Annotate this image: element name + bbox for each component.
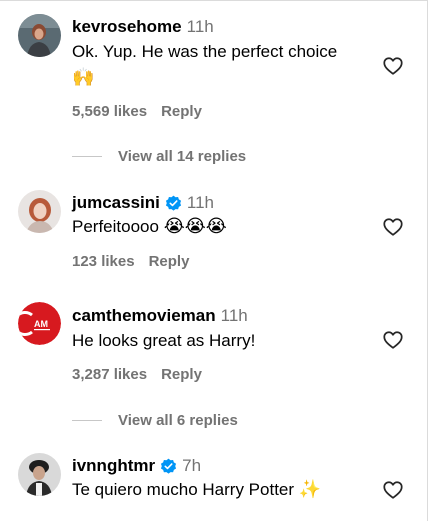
username[interactable]: camthemovieman — [72, 306, 216, 326]
reply-button[interactable]: Reply — [161, 366, 202, 383]
username[interactable]: kevrosehome — [72, 17, 182, 37]
verified-badge-icon — [165, 195, 182, 212]
avatar[interactable] — [18, 14, 61, 57]
avatar-logo-text: AM — [34, 319, 48, 329]
comment-text: He looks great as Harry! — [72, 329, 255, 353]
comment-header: camthemovieman 11h — [72, 305, 248, 327]
avatar[interactable]: AM — [18, 302, 61, 345]
comment-text: Te quiero mucho Harry Potter ✨ — [72, 478, 321, 502]
comment-meta: 123 likes Reply — [72, 253, 189, 270]
username[interactable]: jumcassini — [72, 193, 160, 213]
comment-text-content: Te quiero mucho Harry Potter — [72, 480, 295, 499]
crying-face-emoji: 😭😭😭 — [163, 216, 227, 237]
timestamp[interactable]: 11h — [187, 17, 214, 37]
verified-badge-icon — [160, 458, 177, 475]
reply-button[interactable]: Reply — [149, 253, 190, 270]
view-replies-button[interactable]: View all 6 replies — [72, 410, 238, 430]
comment-header: jumcassini 11h — [72, 192, 214, 214]
likes-count[interactable]: 123 likes — [72, 253, 135, 270]
reply-button[interactable]: Reply — [161, 103, 202, 120]
comment-text-content: Perfeitoooo — [72, 217, 159, 236]
username[interactable]: ivnnghtmr — [72, 456, 155, 476]
comment-header: kevrosehome 11h — [72, 16, 214, 38]
likes-count[interactable]: 5,569 likes — [72, 103, 147, 120]
heart-outline-icon[interactable] — [382, 216, 404, 238]
heart-outline-icon[interactable] — [382, 55, 404, 77]
comment-text: Perfeitoooo 😭😭😭 — [72, 215, 227, 239]
replies-divider-line — [72, 419, 102, 421]
replies-divider-line — [72, 155, 102, 157]
view-replies-label[interactable]: View all 14 replies — [118, 148, 246, 165]
sparkles-emoji: ✨ — [298, 479, 322, 500]
view-replies-label[interactable]: View all 6 replies — [118, 412, 238, 429]
comment-header: ivnnghtmr 7h — [72, 455, 201, 477]
comment-emoji-line: 🙌 — [72, 66, 94, 90]
timestamp[interactable]: 11h — [221, 306, 248, 326]
comment-text-content: He looks great as Harry! — [72, 331, 256, 350]
top-border — [0, 0, 428, 1]
view-replies-button[interactable]: View all 14 replies — [72, 146, 246, 166]
raised-hands-emoji: 🙌 — [72, 67, 95, 88]
comment-meta: 3,287 likes Reply — [72, 366, 202, 383]
comment-text: Ok. Yup. He was the perfect choice — [72, 40, 337, 64]
comment-meta: 5,569 likes Reply — [72, 103, 202, 120]
avatar[interactable] — [18, 453, 61, 496]
timestamp[interactable]: 11h — [187, 193, 214, 213]
avatar[interactable] — [18, 190, 61, 233]
comment-text-content: Ok. Yup. He was the perfect choice — [72, 42, 338, 61]
timestamp[interactable]: 7h — [182, 456, 201, 476]
likes-count[interactable]: 3,287 likes — [72, 366, 147, 383]
heart-outline-icon[interactable] — [382, 329, 404, 351]
heart-outline-icon[interactable] — [382, 479, 404, 501]
